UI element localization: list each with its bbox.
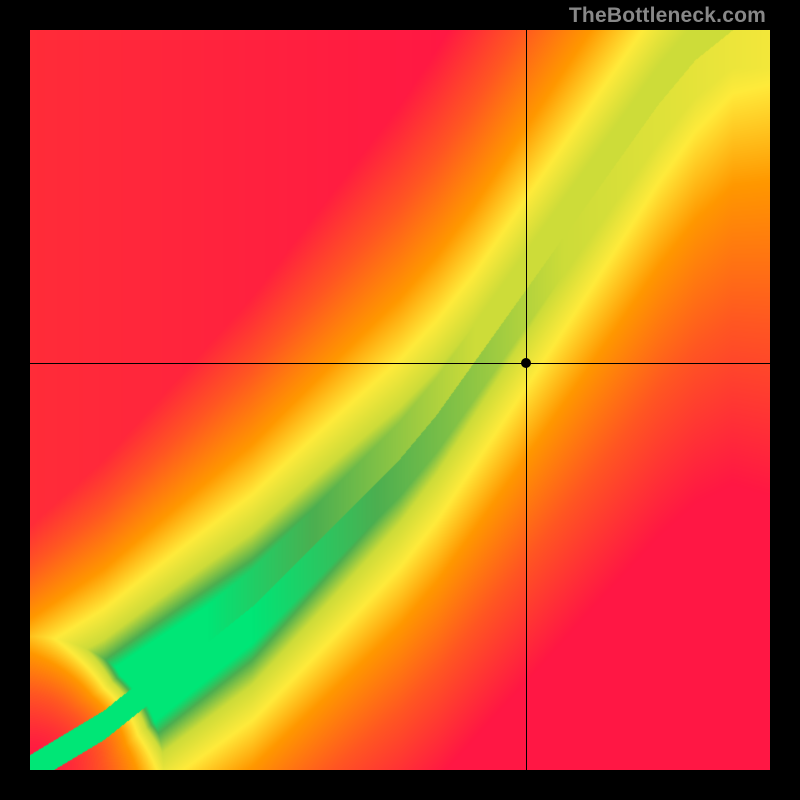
watermark-text: TheBottleneck.com [569, 4, 766, 28]
heatmap-canvas [30, 30, 770, 770]
chart-frame: TheBottleneck.com [0, 0, 800, 800]
crosshair-vertical [526, 30, 527, 770]
plot-area [30, 30, 770, 770]
selected-point-marker [521, 358, 531, 368]
crosshair-horizontal [30, 363, 770, 364]
